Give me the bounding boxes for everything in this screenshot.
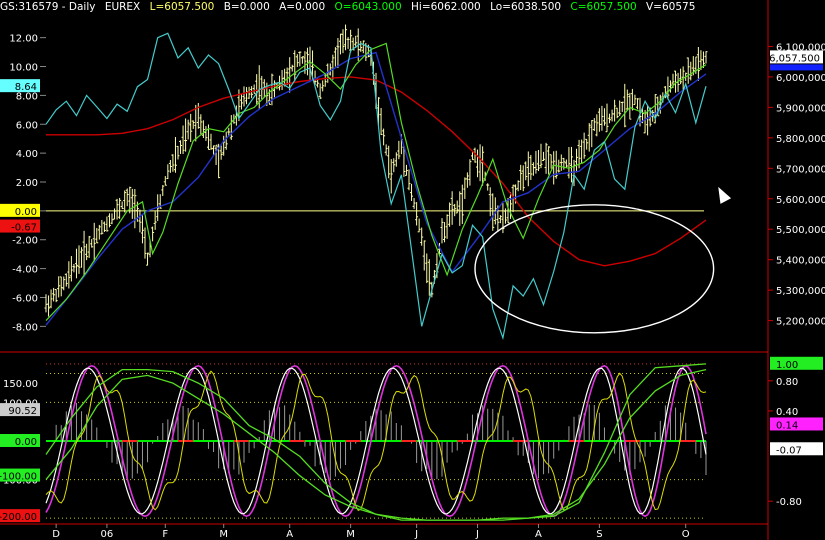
lower-green_second-line [45,368,707,521]
upper-left-tick-label: -6.00 [12,293,38,304]
x-axis-tick-label: J [475,529,479,540]
x-axis-tick-label: D [52,529,60,540]
upper-right-tick-label: 5,400,000 [776,256,825,267]
lower-right-magenta-marker: 0.14 [776,420,798,431]
upper-right-tick-label: 5,300,000 [776,286,825,297]
x-axis-tick-label: M [219,529,228,540]
upper-right-tick-label: 5,200,000 [776,317,825,328]
x-axis-tick-label: A [535,529,542,540]
upper-right-tick-label: 6,000,000 [776,73,825,84]
lower-right-tick-label: 0.40 [776,407,798,418]
upper-left-tick-label: -8.00 [12,322,38,333]
upper-left-tick-label: -2.00 [12,236,38,247]
upper-left-tick-label: -4.00 [12,265,38,276]
x-axis-tick-label: O [682,529,690,540]
chart-canvas[interactable]: 12.0010.008.006.004.002.000.00-2.00-4.00… [0,0,825,540]
annotation-ellipse [474,204,715,334]
left-red-marker: -0.67 [11,223,37,234]
upper-right-tick-label: 5,700,000 [776,164,825,175]
lower-left-green-neg-marker: -100.00 [0,472,37,483]
lower-right-white-marker: -0.07 [776,445,802,456]
lower-right-tick-label: -0.80 [776,497,802,508]
upper-right-tick-label: 5,500,000 [776,225,825,236]
x-axis-tick-label: A [286,529,293,540]
x-axis-tick-label: 06 [101,529,114,540]
upper-right-tick-label: 5,600,000 [776,195,825,206]
upper-left-tick-label: 12.00 [9,34,38,45]
upper-left-tick-label: 10.00 [9,63,38,74]
upper-left-tick-label: 4.00 [16,149,38,160]
upper-left-tick-label: 6.00 [16,120,38,131]
x-axis-tick-label: F [162,529,168,540]
lower-right-tick-label: 0.80 [776,377,798,388]
lower-right-green-marker: 1.00 [776,360,798,371]
lower-left-red-marker: -200.00 [0,512,37,523]
lower-left-gray-marker: 90.52 [8,406,37,417]
price-bars [44,24,708,317]
x-axis-tick-label: S [596,529,602,540]
left-cyan-marker: 8.64 [15,82,37,93]
lower-left-tick-label: 150.00 [3,379,38,390]
right-price-marker: 6,057.500 [769,53,820,64]
x-axis-tick-label: M [346,529,355,540]
left-yellow-marker: 0.00 [15,207,37,218]
right-blue-marker [770,64,823,71]
upper-right-tick-label: 5,900,000 [776,103,825,114]
x-axis-tick-label: J [414,529,418,540]
upper-left-tick-label: 2.00 [16,178,38,189]
upper-right-tick-label: 5,800,000 [776,134,825,145]
lower-left-green-zero-marker: 0.00 [15,437,37,448]
